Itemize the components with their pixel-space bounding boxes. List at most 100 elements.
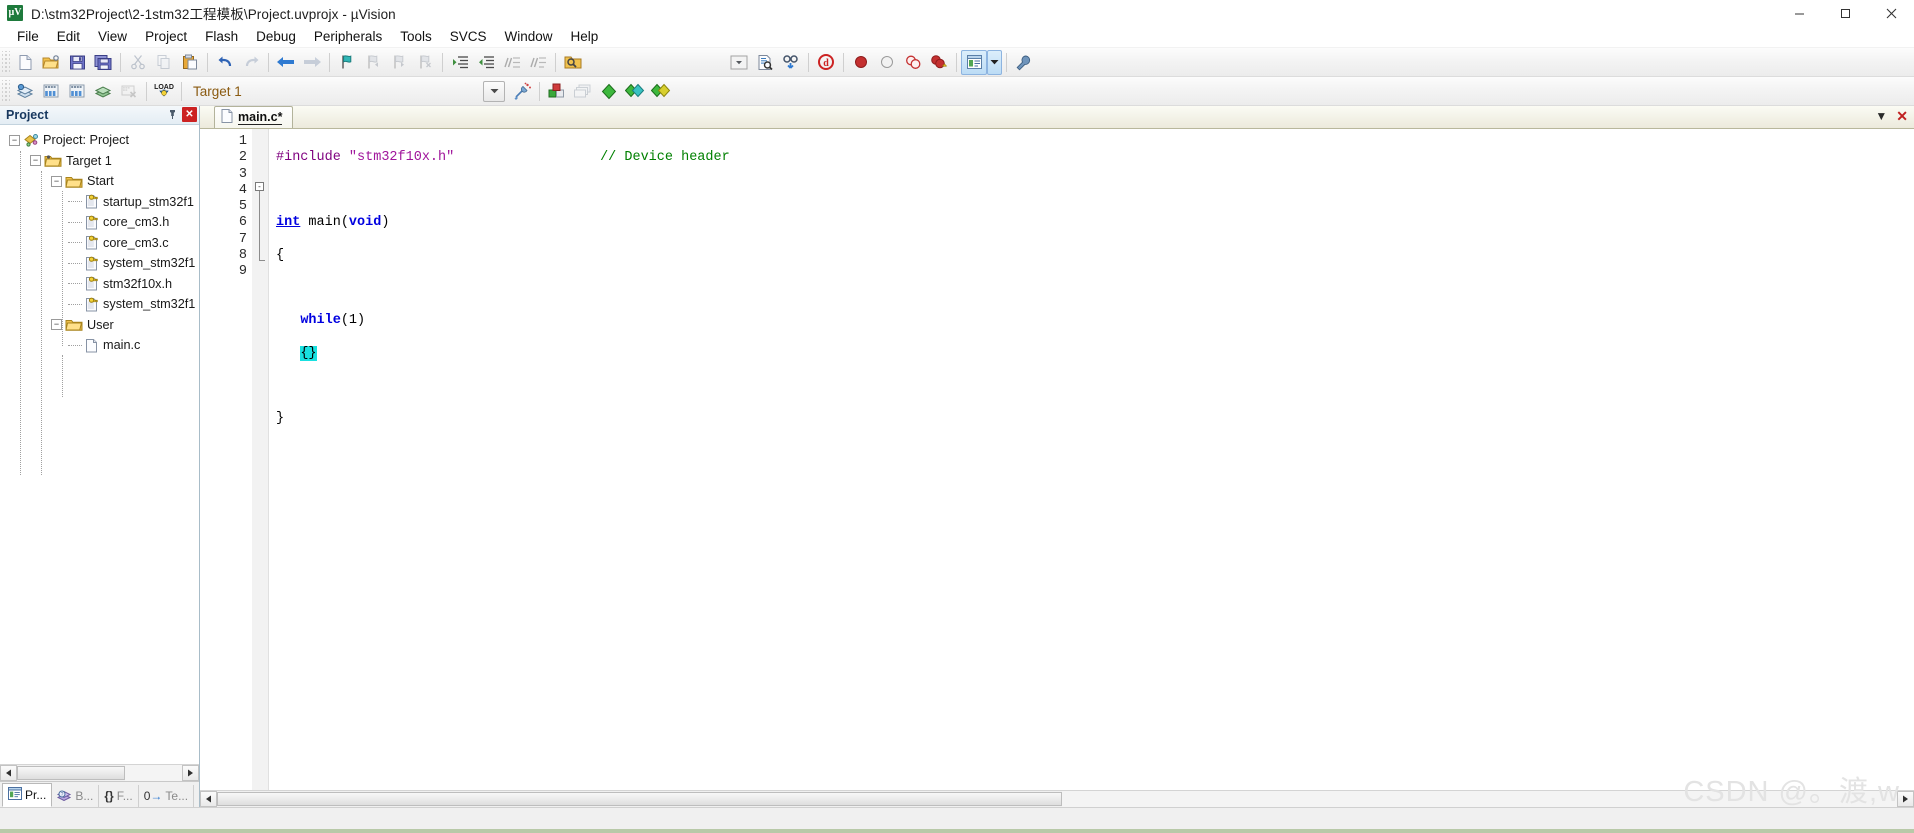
- menu-flash[interactable]: Flash: [196, 27, 247, 46]
- batch-build-icon[interactable]: [90, 79, 116, 104]
- tab-templates[interactable]: 0→ Te...: [139, 785, 195, 807]
- tree-item-start-folder[interactable]: − Start: [0, 171, 199, 192]
- stop-build-icon[interactable]: [116, 79, 142, 104]
- project-window-dropdown-icon[interactable]: [987, 49, 1002, 75]
- menu-view[interactable]: View: [89, 27, 136, 46]
- menu-file[interactable]: File: [8, 27, 48, 46]
- scroll-right-arrow[interactable]: [182, 765, 199, 781]
- project-window-icon[interactable]: [961, 49, 987, 75]
- bookmark-next-icon[interactable]: [386, 50, 412, 75]
- hscroll-thumb[interactable]: [217, 792, 1062, 806]
- menu-svcs[interactable]: SVCS: [441, 27, 496, 46]
- toolbar-grip[interactable]: [2, 51, 10, 73]
- find-in-files-icon[interactable]: [560, 50, 586, 75]
- menu-help[interactable]: Help: [562, 27, 608, 46]
- download-icon[interactable]: LOAD: [151, 79, 177, 104]
- breakpoint-kill-all-icon[interactable]: [926, 50, 952, 75]
- pack-installer-icon[interactable]: [570, 79, 596, 104]
- code-folding-gutter[interactable]: -: [252, 129, 269, 790]
- tree-item-file[interactable]: system_stm32f1: [0, 294, 199, 315]
- bookmark-prev-icon[interactable]: [360, 50, 386, 75]
- hscroll-track[interactable]: [125, 765, 182, 781]
- select-software-packs-icon[interactable]: [622, 79, 648, 104]
- tree-item-file[interactable]: core_cm3.h: [0, 212, 199, 233]
- paste-icon[interactable]: [177, 50, 203, 75]
- bookmark-toggle-icon[interactable]: [334, 50, 360, 75]
- open-file-icon[interactable]: [38, 50, 64, 75]
- project-tree[interactable]: − Project: Project − Target 1 − Start st…: [0, 125, 199, 764]
- options-target-icon[interactable]: [509, 79, 535, 104]
- tab-close-icon[interactable]: ✕: [1896, 109, 1908, 123]
- tree-item-project[interactable]: − Project: Project: [0, 130, 199, 151]
- tab-books[interactable]: ? B...: [52, 785, 100, 807]
- fold-toggle-icon[interactable]: -: [255, 182, 264, 191]
- editor-tab-main-c[interactable]: main.c*: [214, 106, 294, 128]
- debug-session-icon[interactable]: d: [813, 50, 839, 75]
- hscroll-track[interactable]: [1062, 791, 1897, 807]
- minimize-button[interactable]: [1776, 0, 1822, 26]
- find-text-icon[interactable]: [752, 50, 778, 75]
- close-icon[interactable]: ✕: [182, 107, 197, 122]
- breakpoint-disable-icon[interactable]: [874, 50, 900, 75]
- scroll-right-arrow[interactable]: [1897, 791, 1914, 807]
- configuration-wizard-icon[interactable]: [1011, 50, 1037, 75]
- navigate-forward-icon[interactable]: [299, 50, 325, 75]
- tab-functions[interactable]: {} F...: [99, 785, 139, 807]
- tree-expander[interactable]: −: [30, 155, 41, 167]
- menu-tools[interactable]: Tools: [391, 27, 441, 46]
- tree-expander[interactable]: −: [9, 134, 20, 146]
- pin-icon[interactable]: [165, 107, 180, 122]
- menu-window[interactable]: Window: [495, 27, 561, 46]
- uncomment-icon[interactable]: [525, 50, 551, 75]
- tree-item-file[interactable]: stm32f10x.h: [0, 274, 199, 295]
- indent-decrease-icon[interactable]: [473, 50, 499, 75]
- bookmark-clear-icon[interactable]: [412, 50, 438, 75]
- indent-increase-icon[interactable]: [447, 50, 473, 75]
- navigate-back-icon[interactable]: [273, 50, 299, 75]
- multi-project-icon[interactable]: [596, 79, 622, 104]
- project-tree-hscrollbar[interactable]: [0, 764, 199, 781]
- tree-item-main-c[interactable]: main.c: [0, 335, 199, 356]
- breakpoint-insert-icon[interactable]: [848, 50, 874, 75]
- tree-item-user-folder[interactable]: − User: [0, 315, 199, 336]
- manage-project-items-icon[interactable]: [544, 79, 570, 104]
- hscroll-thumb[interactable]: [17, 766, 125, 780]
- menu-peripherals[interactable]: Peripherals: [305, 27, 391, 46]
- target-selector[interactable]: Target 1: [188, 81, 328, 102]
- scroll-left-arrow[interactable]: [0, 765, 17, 781]
- browse-symbol-icon[interactable]: [778, 50, 804, 75]
- breakpoint-disable-all-icon[interactable]: [900, 50, 926, 75]
- combo-dropdown-icon[interactable]: [726, 50, 752, 75]
- code-editor[interactable]: 1 2 3 4 5 6 7 8 9 - #include "stm32f10x.…: [200, 129, 1914, 790]
- tab-list-dropdown-icon[interactable]: ▼: [1875, 110, 1887, 122]
- comment-icon[interactable]: [499, 50, 525, 75]
- copy-icon[interactable]: [151, 50, 177, 75]
- maximize-button[interactable]: [1822, 0, 1868, 26]
- tree-expander[interactable]: −: [51, 175, 62, 187]
- tree-item-file[interactable]: system_stm32f1: [0, 253, 199, 274]
- tree-expander[interactable]: −: [51, 319, 62, 331]
- tree-item-file[interactable]: startup_stm32f1: [0, 192, 199, 213]
- build-target-icon[interactable]: [38, 79, 64, 104]
- target-dropdown-button[interactable]: [483, 80, 505, 102]
- editor-hscrollbar[interactable]: [200, 790, 1914, 807]
- save-all-icon[interactable]: [90, 50, 116, 75]
- new-file-icon[interactable]: [12, 50, 38, 75]
- tab-project[interactable]: Pr...: [2, 783, 53, 807]
- toolbar-grip[interactable]: [2, 80, 10, 102]
- redo-icon[interactable]: [238, 50, 264, 75]
- cut-icon[interactable]: [125, 50, 151, 75]
- rebuild-all-icon[interactable]: [64, 79, 90, 104]
- menu-project[interactable]: Project: [136, 27, 196, 46]
- code-text[interactable]: #include "stm32f10x.h" // Device header …: [269, 129, 1914, 790]
- save-icon[interactable]: [64, 50, 90, 75]
- packs-manager-icon[interactable]: [648, 79, 674, 104]
- undo-icon[interactable]: [212, 50, 238, 75]
- translate-icon[interactable]: [12, 79, 38, 104]
- menu-edit[interactable]: Edit: [48, 27, 89, 46]
- close-button[interactable]: [1868, 0, 1914, 26]
- menu-debug[interactable]: Debug: [247, 27, 305, 46]
- scroll-left-arrow[interactable]: [200, 791, 217, 807]
- tree-item-target[interactable]: − Target 1: [0, 151, 199, 172]
- tree-item-file[interactable]: core_cm3.c: [0, 233, 199, 254]
